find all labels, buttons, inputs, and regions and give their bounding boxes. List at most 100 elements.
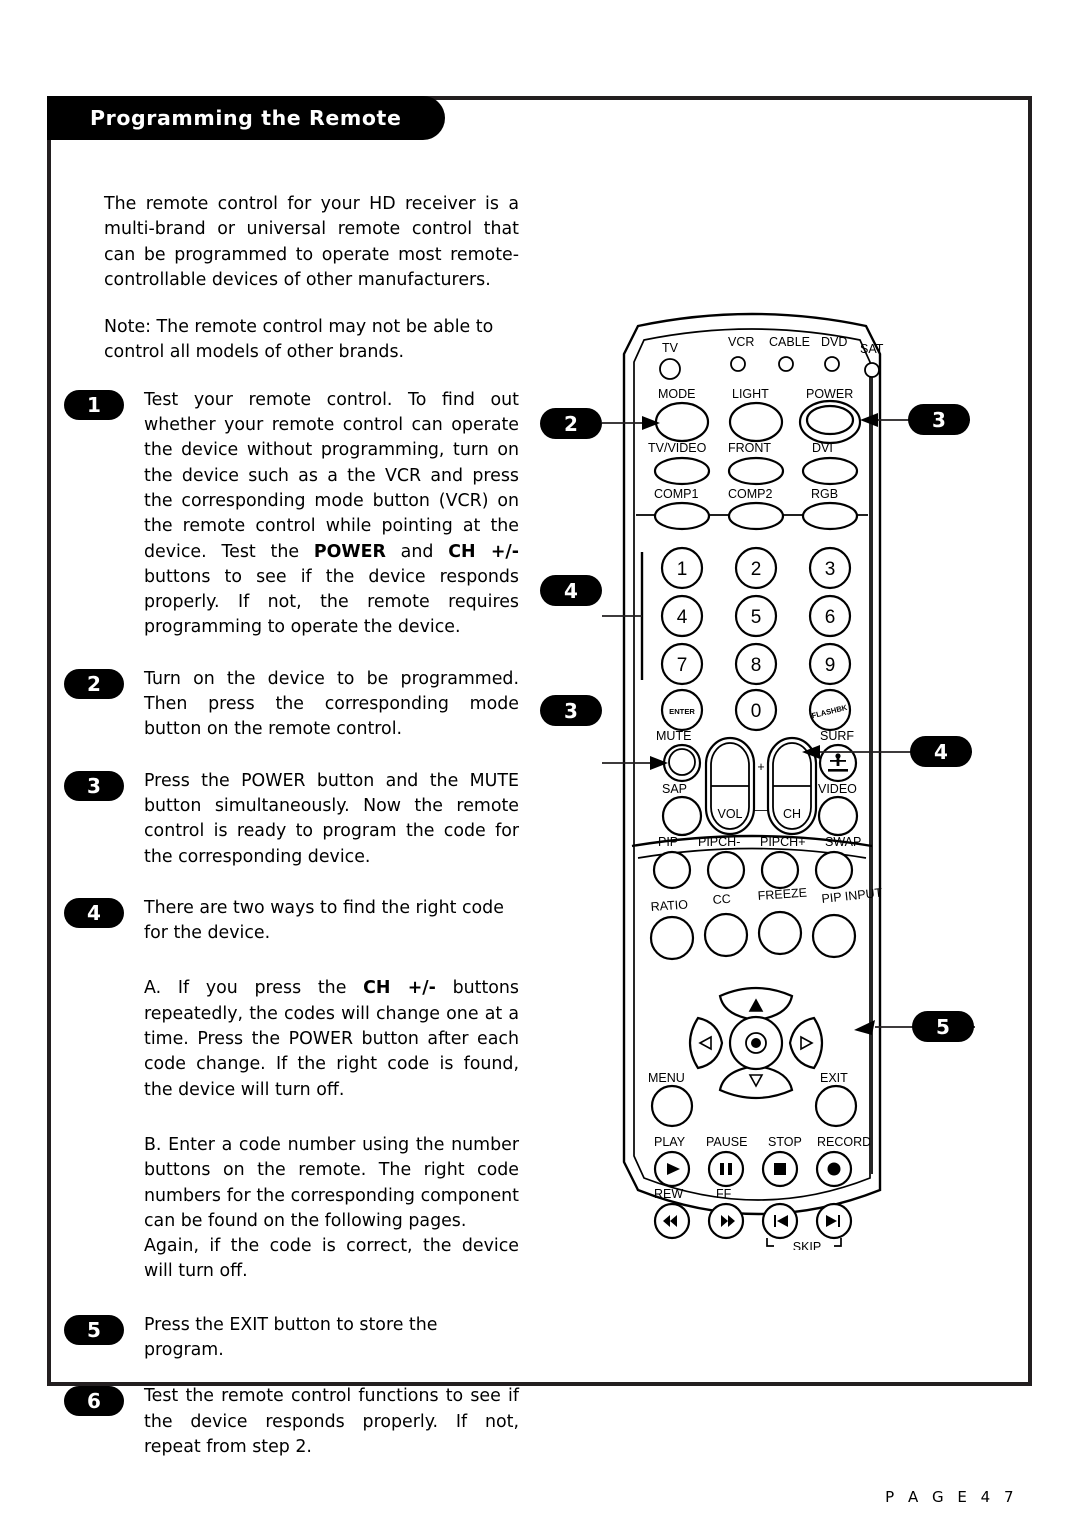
callout-4-keypad: 4 (540, 575, 602, 606)
button-pip (652, 850, 692, 890)
label-menu: MENU (648, 1071, 685, 1085)
key-4-label: 4 (677, 607, 688, 628)
label-ch: CH (783, 807, 801, 821)
label-ratio: RATIO (650, 897, 688, 914)
nav-ok-icon (751, 1038, 761, 1048)
label-record: RECORD (817, 1135, 871, 1149)
substep-a-prefix: A. If you press the (144, 978, 364, 999)
callout-3-power: 3 (908, 404, 970, 435)
substep-a: A. If you press the CH +/- buttons repea… (144, 976, 519, 1102)
intro-note: Note: The remote control may not be able… (104, 317, 494, 363)
step-5: 5 Press the EXIT button to store the pro… (64, 1313, 519, 1364)
button-exit (814, 1084, 858, 1128)
step-1-bold-ch: CH +/- (448, 541, 519, 562)
button-mute (668, 748, 696, 776)
label-rew: REW (654, 1187, 683, 1201)
key-1-label: 1 (677, 559, 688, 580)
substep-b: B. Enter a code number using the number … (144, 1134, 519, 1282)
label-rgb: RGB (811, 487, 838, 501)
step-1-part-b: and (385, 541, 449, 562)
button-dvi (801, 456, 859, 486)
button-ratio (649, 915, 695, 961)
label-comp2: COMP2 (728, 487, 773, 501)
callout-2-mode: 2 (540, 408, 602, 439)
substep-a-bold-ch: CH +/- (363, 978, 436, 999)
label-vol: VOL (717, 807, 742, 821)
label-cc: CC (712, 892, 731, 907)
label-ff: FF (716, 1187, 732, 1201)
led-label-sat: SAT (860, 342, 884, 356)
button-pipch-plus (760, 850, 800, 890)
led-label-dvd: DVD (821, 335, 847, 349)
label-mute: MUTE (656, 729, 691, 743)
step-4-badge: 4 (64, 897, 124, 928)
label-swap: SWAP (825, 835, 861, 849)
button-power (805, 404, 855, 436)
step-2: 2 Turn on the device to be programmed. T… (64, 667, 519, 743)
step-1-badge: 1 (64, 389, 124, 420)
button-mode (654, 401, 710, 443)
led-dvd (824, 356, 840, 372)
label-comp1: COMP1 (654, 487, 699, 501)
button-cc (703, 912, 749, 958)
led-label-vcr: VCR (728, 335, 754, 349)
step-4: 4 There are two ways to find the right c… (64, 896, 519, 947)
label-front: FRONT (728, 441, 771, 455)
button-video (817, 795, 859, 837)
pause-icon-bar2 (728, 1163, 732, 1175)
key-2-label: 2 (751, 559, 762, 580)
led-sat (864, 362, 880, 378)
button-pip-input (811, 913, 857, 959)
intro-paragraph-1: The remote control for your HD receiver … (104, 194, 519, 290)
step-4-text: There are two ways to find the right cod… (144, 897, 504, 944)
key-5-label: 5 (751, 607, 762, 628)
label-pip: PIP (658, 835, 678, 849)
step-5-badge: 5 (64, 1314, 124, 1345)
button-comp1 (653, 501, 711, 531)
led-tv (659, 358, 681, 380)
led-label-cable: CABLE (769, 335, 810, 349)
page-number: P A G E 4 7 (885, 1488, 1018, 1506)
label-minus: — (755, 803, 768, 817)
label-dvi: DVI (812, 441, 833, 455)
button-pause (707, 1150, 745, 1188)
label-tv-video: TV/VIDEO (648, 441, 707, 455)
step-1: 1 Test your remote control. To find out … (64, 388, 519, 641)
button-swap (814, 850, 854, 890)
led-label-tv: TV (662, 341, 679, 355)
key-9-label: 9 (825, 655, 836, 676)
button-tv-video (653, 456, 711, 486)
callout-4-ch: 4 (910, 736, 972, 767)
record-icon (827, 1162, 841, 1176)
step-6-badge: 6 (64, 1386, 124, 1417)
label-plus: + (757, 760, 764, 774)
callout-3-mute: 3 (540, 695, 602, 726)
button-freeze (757, 910, 803, 956)
label-surf: SURF (820, 729, 854, 743)
label-pipch-minus: PIPCH- (698, 835, 740, 849)
label-freeze: FREEZE (757, 886, 807, 903)
label-mode: MODE (658, 387, 696, 401)
button-rgb (801, 501, 859, 531)
stop-icon (774, 1163, 786, 1175)
key-6-label: 6 (825, 607, 836, 628)
step-5-text: Press the EXIT button to store the progr… (144, 1314, 438, 1360)
led-cable (778, 356, 794, 372)
label-light: LIGHT (732, 387, 769, 401)
button-comp2 (727, 501, 785, 531)
page-title: Programming the Remote (90, 106, 402, 130)
button-front (727, 456, 785, 486)
step-1-part-a: Test your remote control. To find out wh… (144, 389, 519, 562)
section-header-tab: Programming the Remote (47, 96, 445, 140)
button-pipch-minus (706, 850, 746, 890)
key-3-label: 3 (825, 559, 836, 580)
step-6-text: Test the remote control functions to see… (144, 1386, 519, 1457)
button-menu (650, 1084, 694, 1128)
step-1-text: Test your remote control. To find out wh… (144, 388, 519, 641)
remote-control-diagram: 2 3 4 3 4 5 .bd { fill:none; stroke:#000… (520, 290, 1020, 1250)
step-6: 6 Test the remote control functions to s… (64, 1384, 519, 1460)
label-stop: STOP (768, 1135, 802, 1149)
pause-icon-bar1 (720, 1163, 724, 1175)
key-enter-label: ENTER (669, 707, 695, 716)
key-7-label: 7 (677, 655, 688, 676)
